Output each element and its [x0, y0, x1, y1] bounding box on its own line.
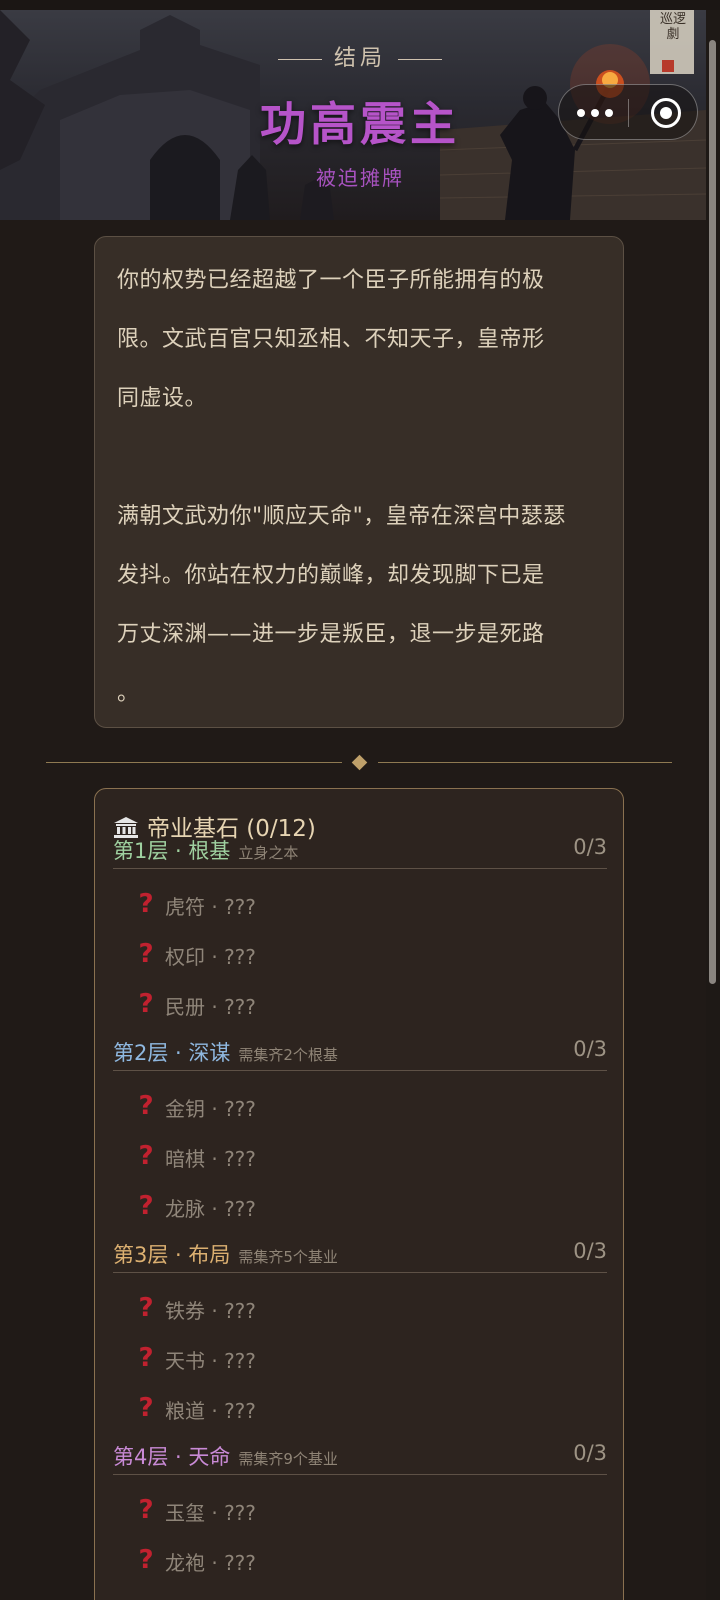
more-dot-icon	[577, 109, 585, 117]
story-line: 你的权势已经超越了一个臣子所能拥有的极	[117, 268, 545, 293]
divider-line-left	[46, 762, 342, 763]
tier-name: 第1层 · 根基 立身之本	[113, 835, 298, 865]
question-mark-icon: ?	[138, 1495, 154, 1525]
capsule-separator	[628, 99, 629, 127]
tier-count: 0/3	[573, 1037, 607, 1061]
ending-subtitle: 被迫摊牌	[316, 166, 404, 190]
tier-count: 0/3	[573, 835, 607, 859]
story-line: 满朝文武劝你"顺应天命"，皇帝在深宫中瑟瑟	[117, 504, 566, 529]
tier-name: 第3层 · 布局 需集齐5个基业	[113, 1239, 338, 1269]
item-label: 粮道 · ???	[165, 1399, 256, 1423]
item-label: 铁券 · ???	[165, 1299, 256, 1323]
item-label: 龙袍 · ???	[165, 1551, 256, 1575]
tier-name: 第4层 · 天命 需集齐9个基业	[113, 1441, 338, 1471]
item-label: 龙脉 · ???	[165, 1197, 256, 1221]
story-line: 万丈深渊——进一步是叛臣，退一步是死路	[117, 622, 545, 647]
tier-requirement: 需集齐2个根基	[238, 1046, 338, 1064]
tier-title: 第4层 · 天命	[113, 1445, 231, 1469]
question-mark-icon: ?	[138, 889, 154, 919]
more-dot-icon	[591, 109, 599, 117]
tier-count: 0/3	[573, 1441, 607, 1465]
item-label: 虎符 · ???	[165, 895, 256, 919]
ending-kicker: 结局	[0, 40, 720, 72]
story-line: 限。文武百官只知丞相、不知天子，皇帝形	[117, 327, 545, 352]
question-mark-icon: ?	[138, 1091, 154, 1121]
item-label: 民册 · ???	[165, 995, 256, 1019]
tier-title: 第2层 · 深谋	[113, 1041, 231, 1065]
item-label: 权印 · ???	[165, 945, 256, 969]
kicker-line-right	[398, 58, 442, 60]
item-label: 天书 · ???	[165, 1349, 256, 1373]
more-options-button[interactable]	[577, 103, 617, 123]
tier-header: 第4层 · 天命 需集齐9个基业 0/3	[113, 1437, 607, 1475]
section-divider	[46, 754, 672, 771]
story-line: 同虚设。	[117, 386, 208, 411]
story-line: 发抖。你站在权力的巅峰，却发现脚下已是	[117, 563, 545, 588]
question-mark-icon: ?	[138, 1393, 154, 1423]
foundation-panel: 帝业基石 (0/12) 第1层 · 根基 立身之本 0/3? 虎符 · ???? 权印 …	[94, 788, 624, 1600]
question-mark-icon: ?	[138, 1141, 154, 1171]
question-mark-icon: ?	[138, 1343, 154, 1373]
item-label: 金钥 · ???	[165, 1097, 256, 1121]
story-line: 。	[117, 681, 140, 706]
tier-header: 第3层 · 布局 需集齐5个基业 0/3	[113, 1235, 607, 1273]
question-mark-icon: ?	[138, 1545, 154, 1575]
tier-header: 第1层 · 根基 立身之本 0/3	[113, 831, 607, 869]
tier-header: 第2层 · 深谋 需集齐2个根基 0/3	[113, 1033, 607, 1071]
close-miniprogram-button[interactable]	[651, 98, 681, 128]
ending-kicker-label: 结局	[333, 46, 386, 71]
question-mark-icon: ?	[138, 1293, 154, 1323]
tier-requirement: 需集齐5个基业	[238, 1248, 338, 1266]
tier-title: 第1层 · 根基	[113, 839, 231, 863]
kicker-line-left	[277, 58, 322, 60]
tier-requirement: 需集齐9个基业	[238, 1450, 338, 1468]
diamond-icon	[351, 754, 368, 771]
tier-name: 第2层 · 深谋 需集齐2个根基	[113, 1037, 338, 1067]
banner-seal-text: 巡逻劇	[659, 12, 686, 42]
tier-count: 0/3	[573, 1239, 607, 1263]
divider-line-right	[378, 762, 672, 763]
question-mark-icon: ?	[138, 939, 154, 969]
ending-story-card: 你的权势已经超越了一个臣子所能拥有的极 限。文武百官只知丞相、不知天子，皇帝形 …	[94, 236, 624, 728]
item-label: 玉玺 · ???	[165, 1501, 256, 1525]
tier-requirement: 立身之本	[238, 844, 299, 862]
question-mark-icon: ?	[138, 1191, 154, 1221]
question-mark-icon: ?	[138, 989, 154, 1019]
miniprogram-capsule	[558, 84, 698, 140]
tier-title: 第3层 · 布局	[113, 1243, 231, 1267]
more-dot-icon	[605, 109, 613, 117]
top-strip	[0, 0, 720, 10]
item-label: 暗棋 · ???	[165, 1147, 256, 1171]
